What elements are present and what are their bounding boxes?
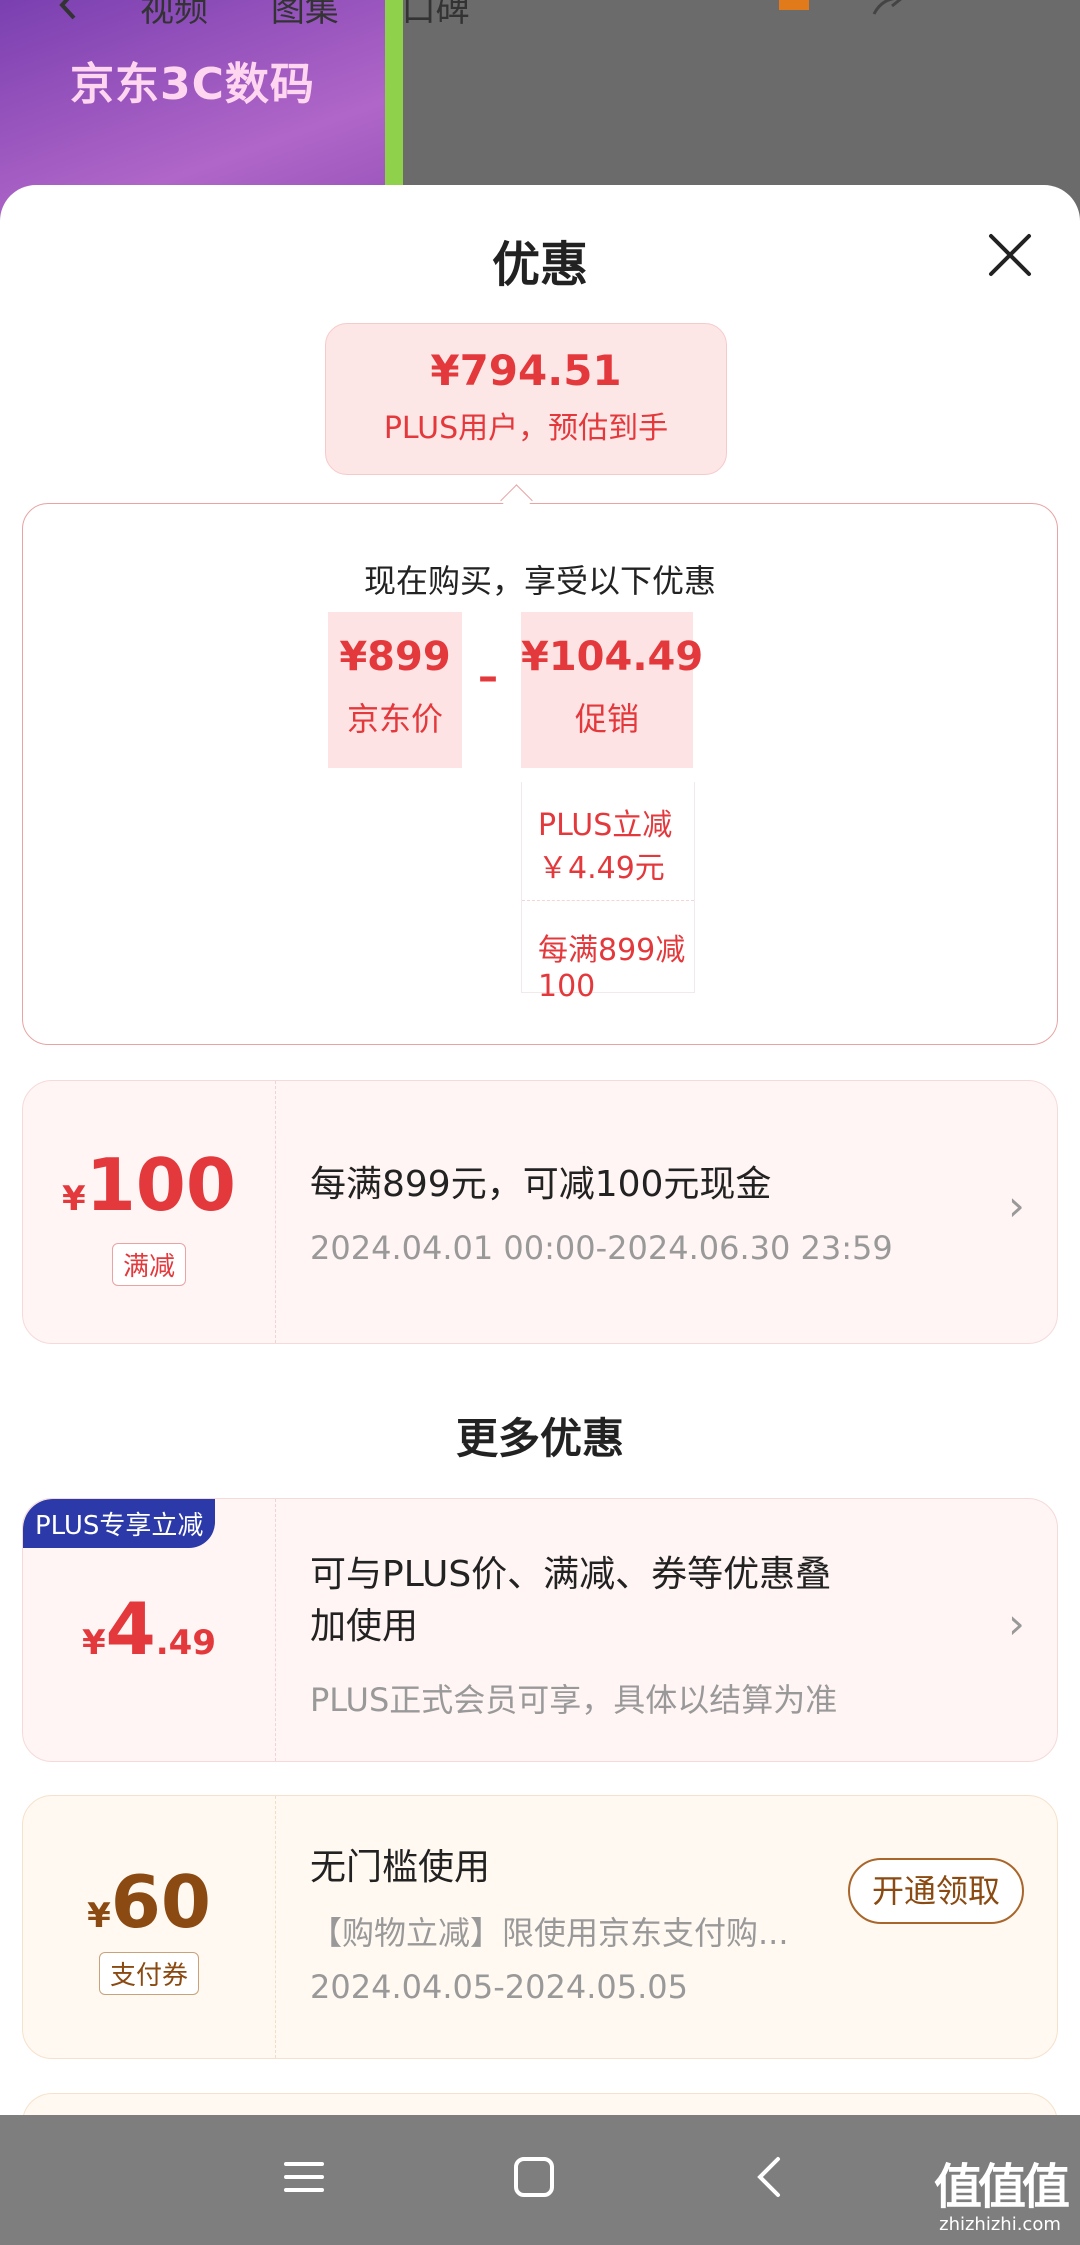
currency-symbol: ¥ [81,1623,106,1663]
site-watermark: 值值值 zhizhizhi.com [925,2160,1075,2240]
estimated-price-label: PLUS用户，预估到手 [383,411,669,446]
estimated-price: ¥794.51 [430,346,622,395]
tab-gallery[interactable]: 图集 [271,0,339,30]
promo-value: ¥104.49 [521,634,704,680]
watermark-logo: 值值值 [933,2159,1070,2215]
payment-coupon-card[interactable]: ¥60 支付券 无门槛使用 【购物立减】限使用京东支付购... 2024.04.… [22,1795,1058,2059]
card-date-range: 2024.04.05-2024.05.05 [310,1968,688,2006]
home-icon[interactable] [512,2155,556,2199]
card-amount: ¥4.49 [23,1587,275,1671]
banner-title: 京东3C数码 [70,59,315,110]
discount-sheet: 优惠 ¥794.51 PLUS用户，预估到手 现在购买，享受以下优惠 ¥899 … [0,185,1080,2154]
system-nav-bar [0,2115,1080,2245]
tab-video[interactable]: 视频 [140,0,208,30]
plus-reduction-item: PLUS立减 ￥4.49元 [522,782,694,901]
amount-value: 100 [85,1143,236,1227]
promo-label: 促销 [574,700,639,738]
full-reduction-tag: 满减 [111,1243,187,1286]
sheet-title: 优惠 [491,237,588,293]
chevron-right-icon[interactable]: › [1008,1599,1025,1648]
currency-symbol: ¥ [62,1179,86,1219]
plus-exclusive-badge: PLUS专享立减 [23,1499,216,1548]
media-tabs: 视频 图集 口碑 [140,0,522,31]
share-icon[interactable] [870,0,908,20]
plus-discount-card[interactable]: ¥4.49 PLUS专享立减 可与PLUS价、满减、券等优惠叠 加使用 PLUS… [22,1498,1058,1762]
amount-integer: 4 [105,1587,156,1671]
minus-sign: – [478,654,498,700]
card-date-range: 2024.04.01 00:00-2024.06.30 23:59 [310,1229,893,1267]
currency-symbol: ¥ [87,1896,111,1936]
jd-price-value: ¥899 [339,634,451,680]
estimated-price-box: ¥794.51 PLUS用户，预估到手 [325,323,727,475]
back-nav-icon[interactable] [748,2155,792,2199]
card-main-text: 每满899元，可减100元现金 [310,1164,772,1205]
breakdown-heading: 现在购买，享受以下优惠 [363,562,716,600]
main-text-line1: 可与PLUS价、满减、券等优惠叠 [310,1554,832,1595]
card-main-text: 可与PLUS价、满减、券等优惠叠 加使用 [310,1549,831,1653]
main-text-line2: 加使用 [310,1606,419,1647]
open-claim-button[interactable]: 开通领取 [848,1858,1024,1924]
amount-decimal: .49 [155,1623,216,1663]
close-icon[interactable] [985,230,1035,280]
more-icon[interactable] [965,0,1003,20]
promo-box: ¥104.49 促销 [521,612,704,768]
watermark-site: zhizhizhi.com [939,2214,1061,2235]
jd-price-label: 京东价 [346,700,443,738]
card-amount-area: ¥60 支付券 [23,1796,276,2058]
back-icon[interactable] [50,0,88,20]
card-description: 【购物立减】限使用京东支付购... [310,1914,789,1952]
card-main-text: 无门槛使用 [310,1847,491,1888]
full-reduction-item: 每满899减100 [538,933,686,1004]
payment-coupon-tag: 支付券 [98,1952,200,1995]
card-amount-area: ¥100 满减 [23,1081,276,1343]
full-reduction-card[interactable]: ¥100 满减 每满899元，可减100元现金 2024.04.01 00:00… [22,1080,1058,1344]
promo-sub-list: PLUS立减 ￥4.49元 每满899减100 [521,782,695,1004]
card-amount: ¥60 [23,1860,275,1944]
recent-apps-icon[interactable] [282,2155,326,2199]
cart-icon[interactable] [775,0,813,20]
chevron-right-icon[interactable]: › [1008,1181,1025,1230]
amount-value: 60 [110,1860,211,1944]
card-sub-text: PLUS正式会员可享，具体以结算为准 [310,1681,838,1719]
more-offers-title: 更多优惠 [455,1414,624,1463]
card-amount: ¥100 [23,1143,275,1227]
price-breakdown: 现在购买，享受以下优惠 ¥899 京东价 – ¥104.49 促销 PLUS立减… [22,503,1058,1045]
tab-reviews[interactable]: 口碑 [402,0,470,30]
jd-price-box: ¥899 京东价 [328,612,462,768]
